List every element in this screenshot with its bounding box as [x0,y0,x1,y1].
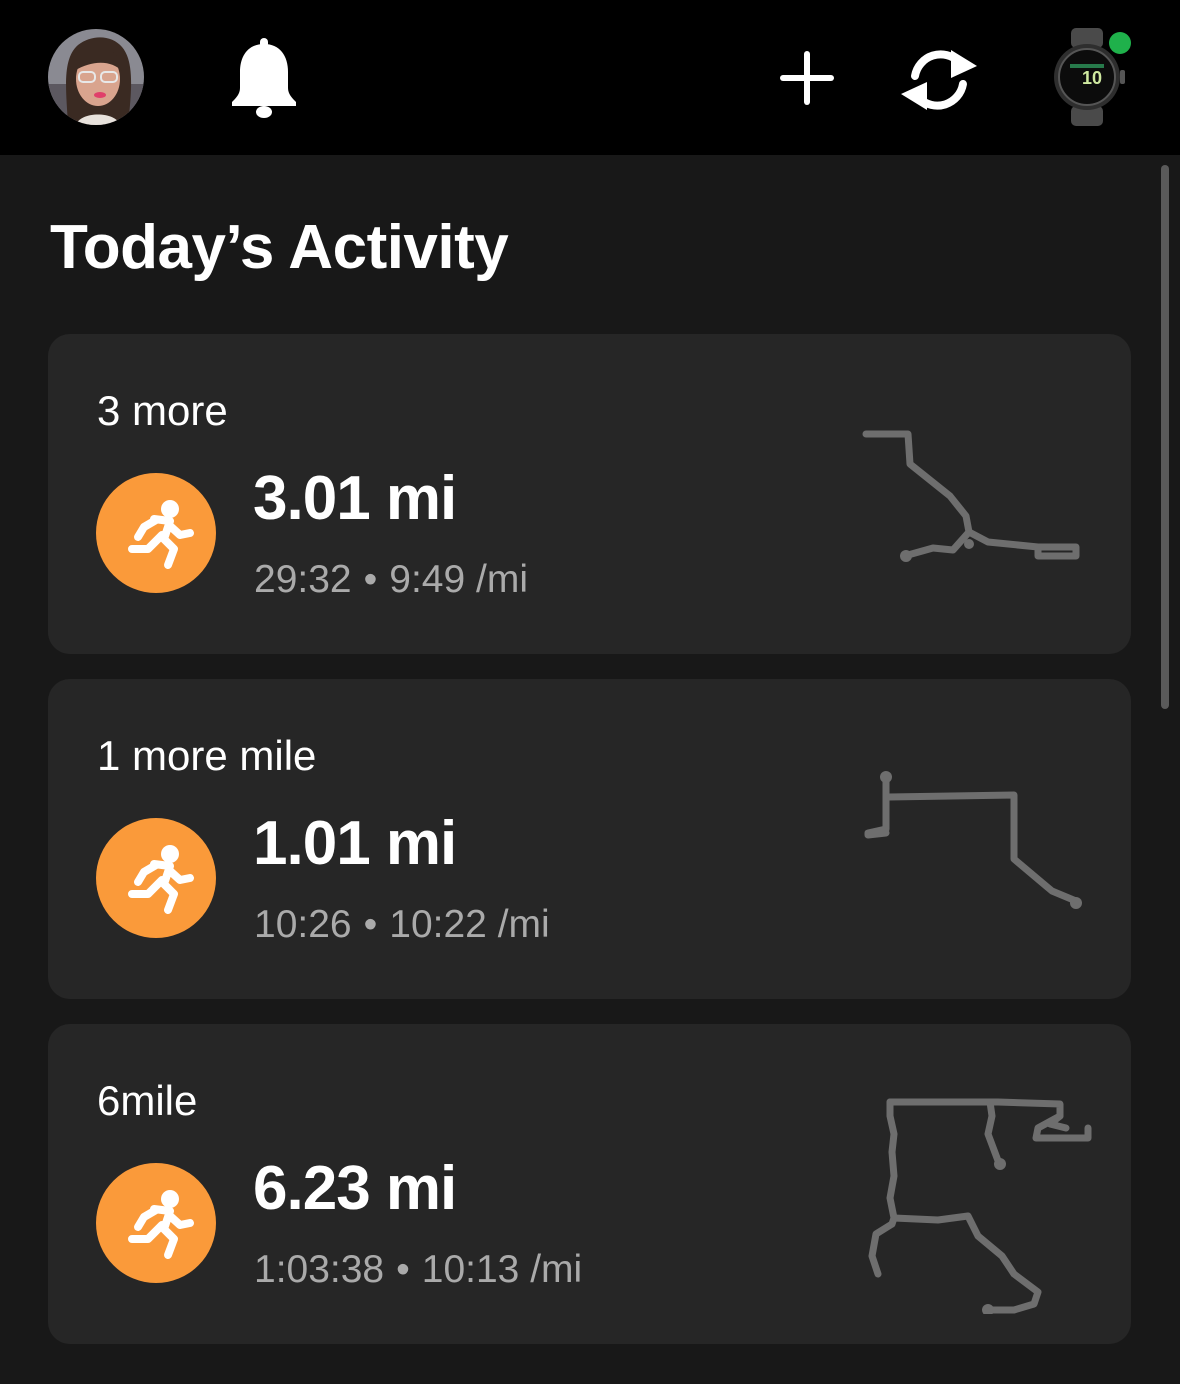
activity-distance: 3.01 mi [253,464,457,533]
sync-icon[interactable] [897,40,981,120]
running-icon [96,818,216,938]
activity-card[interactable]: 1 more mile 1.01 mi 10:26 • 10:22 /mi [48,679,1131,999]
activity-pace: 9:49 /mi [389,558,528,601]
route-map-thumbnail [862,430,1080,562]
activity-card[interactable]: 3 more 3.01 mi 29:32 • 9:49 /mi [48,334,1131,654]
activity-stats: 10:26 • 10:22 /mi [254,901,550,949]
scrollbar[interactable] [1161,165,1169,709]
running-icon [96,473,216,593]
profile-avatar[interactable] [48,29,144,125]
activity-distance: 6.23 mi [253,1154,457,1223]
activity-pace: 10:22 /mi [389,903,550,946]
activity-distance: 1.01 mi [253,809,457,878]
activity-stats: 29:32 • 9:49 /mi [254,556,528,604]
route-map-thumbnail [868,1098,1092,1314]
device-connected-dot [1109,32,1131,54]
route-map-thumbnail [864,771,1082,909]
connected-watch-icon[interactable]: 10 [1044,26,1136,128]
activity-duration: 1:03:38 [254,1248,385,1291]
separator-dot: • [363,558,378,601]
svg-text:10: 10 [1082,68,1102,88]
add-plus-icon[interactable] [774,45,840,111]
activity-pace: 10:13 /mi [421,1248,583,1291]
activity-duration: 10:26 [254,903,352,946]
activity-name: 6mile [97,1077,198,1124]
notifications-bell-icon[interactable] [226,36,302,120]
activity-card[interactable]: 6mile 6.23 mi 1:03:38 • 10:13 /mi [48,1024,1131,1344]
activity-name: 1 more mile [97,732,317,779]
separator-dot: • [363,903,378,946]
activity-duration: 29:32 [254,558,352,601]
activity-name: 3 more [97,387,228,434]
activity-stats: 1:03:38 • 10:13 /mi [254,1246,582,1294]
page-title: Today’s Activity [50,213,509,282]
avatar-image [48,29,144,125]
separator-dot: • [396,1248,410,1291]
running-icon [96,1163,216,1283]
top-bar: 10 [0,0,1180,155]
